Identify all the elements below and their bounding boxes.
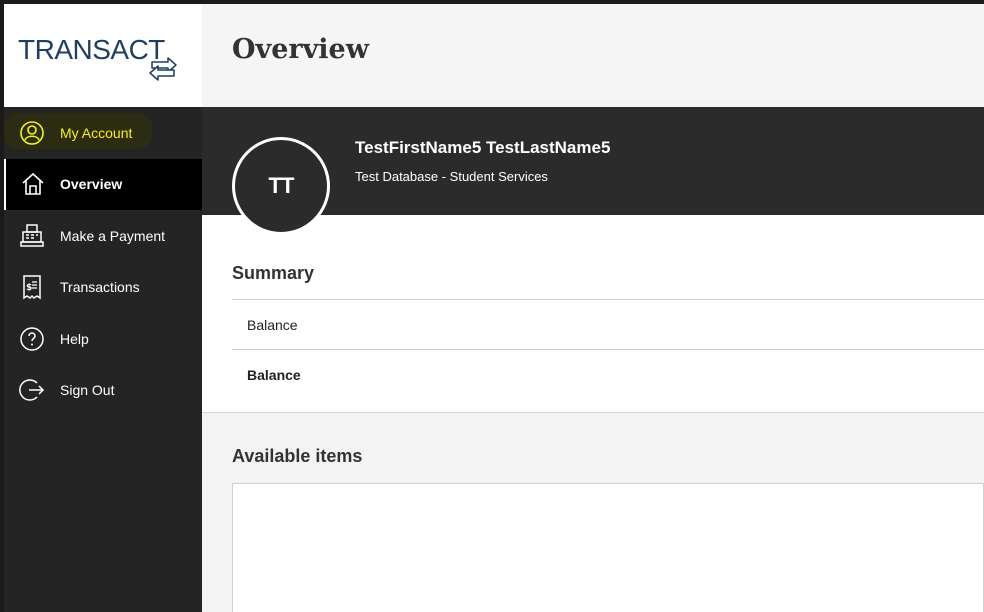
register-icon — [4, 223, 60, 249]
summary-row: Balance — [232, 299, 984, 349]
sidebar-item-label: Sign Out — [60, 382, 115, 399]
summary-section: Summary Balance Balance — [202, 215, 984, 413]
sidebar-item-my-account[interactable]: My Account — [4, 107, 202, 159]
summary-row: Balance — [232, 349, 984, 399]
sidebar-item-label: Transactions — [60, 279, 140, 296]
sidebar-item-sign-out[interactable]: Sign Out — [4, 365, 202, 417]
logo-text: TRANSACT — [18, 34, 165, 65]
sidebar-item-label: Make a Payment — [60, 227, 166, 244]
available-items-list — [232, 483, 984, 612]
transfer-arrows-icon — [149, 57, 177, 81]
profile-subtitle: Test Database - Student Services — [355, 169, 548, 184]
balance-label: Balance — [247, 366, 301, 383]
sidebar-item-make-a-payment[interactable]: Make a Payment — [4, 210, 202, 262]
sidebar-nav: My Account Overview Make a Payment $ Tra… — [4, 107, 202, 416]
main-content: Overview TT TestFirstName5 TestLastName5… — [202, 4, 984, 612]
balance-label: Balance — [247, 316, 298, 333]
page-header: Overview — [202, 4, 984, 107]
user-circle-icon — [4, 120, 60, 146]
sidebar-item-help[interactable]: Help — [4, 313, 202, 365]
available-items-title: Available items — [232, 446, 363, 466]
sidebar-item-label: Overview — [60, 176, 123, 193]
logo[interactable]: TRANSACT — [4, 4, 202, 107]
page-title: Overview — [232, 34, 369, 65]
sidebar: TRANSACT My Account Overview Make a Paym… — [4, 4, 202, 612]
summary-title: Summary — [232, 263, 315, 283]
profile-banner: TT TestFirstName5 TestLastName5 Test Dat… — [202, 107, 984, 235]
sign-out-icon — [4, 377, 60, 403]
profile-name: TestFirstName5 TestLastName5 — [355, 138, 611, 157]
sidebar-item-transactions[interactable]: $ Transactions — [4, 262, 202, 314]
available-items-section: Available items — [202, 413, 984, 612]
home-icon — [6, 171, 60, 197]
help-icon — [4, 326, 60, 352]
receipt-icon: $ — [4, 274, 60, 300]
sidebar-item-label: My Account — [60, 124, 133, 141]
sidebar-item-overview[interactable]: Overview — [4, 158, 202, 210]
svg-text:$: $ — [26, 283, 32, 293]
avatar: TT — [232, 137, 330, 235]
sidebar-item-label: Help — [60, 330, 89, 347]
